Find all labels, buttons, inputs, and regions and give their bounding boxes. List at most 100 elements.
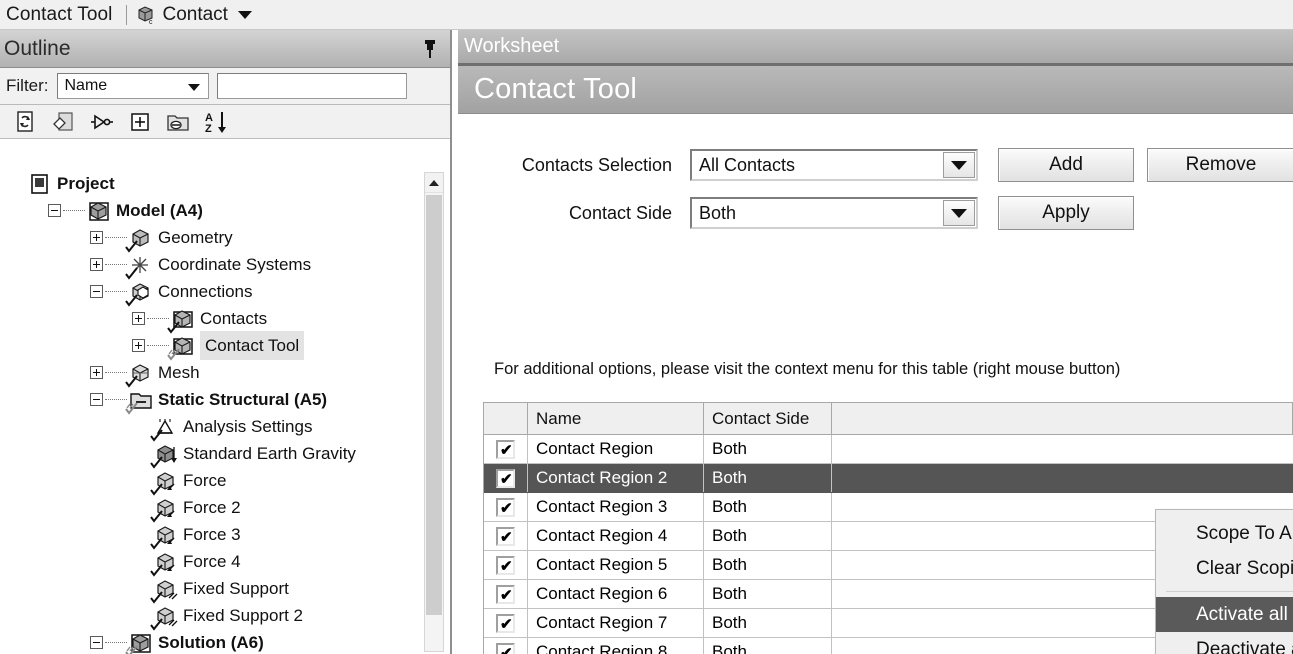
filter-field-select[interactable]: Name (56, 73, 209, 99)
tree-expander-minus[interactable] (48, 204, 61, 217)
tree-item-static-structural-a5[interactable]: Static Structural (A5) (0, 386, 450, 415)
row-checkbox[interactable]: ✔ (496, 439, 515, 459)
row-name-cell[interactable]: Contact Region 6 (528, 580, 704, 608)
row-contact-side-cell[interactable]: Both (704, 580, 832, 608)
tree-expander-plus[interactable] (90, 366, 103, 379)
expand-all-icon[interactable] (128, 110, 152, 134)
row-checkbox-cell[interactable]: ✔ (484, 609, 528, 637)
filter-search-input[interactable] (216, 73, 407, 99)
tree-item-connections[interactable]: Connections (0, 278, 450, 307)
row-checkbox-cell[interactable]: ✔ (484, 435, 528, 463)
row-name-cell[interactable]: Contact Region 8 (528, 638, 704, 654)
project-icon (28, 173, 52, 195)
row-name-cell[interactable]: Contact Region 5 (528, 551, 704, 579)
tree-item-geometry[interactable]: Geometry (0, 224, 450, 253)
context-menu-item[interactable]: Deactivate all Selections (1156, 632, 1293, 654)
pin-icon[interactable] (422, 39, 438, 59)
chevron-down-icon[interactable] (943, 152, 975, 178)
row-contact-side-cell[interactable]: Both (704, 464, 832, 492)
outline-scrollbar[interactable] (424, 172, 444, 652)
context-menu-item[interactable]: Activate all Selections (1156, 597, 1293, 632)
row-checkbox[interactable]: ✔ (496, 642, 515, 654)
tree-item-standard-earth-gravity[interactable]: Standard Earth Gravity (0, 440, 450, 469)
contacts-selection-select[interactable]: All Contacts (690, 149, 978, 181)
row-checkbox[interactable]: ✔ (496, 613, 515, 633)
row-contact-side-cell[interactable]: Both (704, 522, 832, 550)
chevron-down-icon[interactable] (943, 200, 975, 226)
tree-item-force-4[interactable]: Force 4 (0, 548, 450, 577)
tree-item-project[interactable]: Project (0, 170, 450, 197)
table-header-contact-side[interactable]: Contact Side (704, 403, 832, 434)
tree-item-force-3[interactable]: Force 3 (0, 521, 450, 550)
context-menu-item[interactable]: Scope To All Contacts (1156, 516, 1293, 551)
tree-item-solution-a6[interactable]: Solution (A6) (0, 629, 450, 654)
tree-item-force-2[interactable]: Force 2 (0, 494, 450, 523)
row-contact-side-cell[interactable]: Both (704, 493, 832, 521)
tree-item-model-a4[interactable]: Model (A4) (0, 197, 450, 224)
table-row[interactable]: ✔ Contact Region Both (484, 435, 1293, 464)
row-name-cell[interactable]: Contact Region 3 (528, 493, 704, 521)
row-checkbox-cell[interactable]: ✔ (484, 522, 528, 550)
scrollbar-up-button[interactable] (425, 173, 443, 193)
status-check-icon (150, 427, 163, 442)
collapse-folder-icon[interactable] (166, 110, 190, 134)
apply-button[interactable]: Apply (998, 196, 1134, 230)
tree-item-coordinate-systems[interactable]: Coordinate Systems (0, 251, 450, 280)
tree-expander-minus[interactable] (90, 285, 103, 298)
gravity-icon (150, 443, 178, 469)
add-button[interactable]: Add (998, 148, 1134, 182)
row-checkbox-cell[interactable]: ✔ (484, 493, 528, 521)
refresh-document-icon[interactable] (14, 110, 38, 134)
tree-item-force[interactable]: Force (0, 467, 450, 496)
tree-item-fixed-support-2[interactable]: Fixed Support 2 (0, 602, 450, 631)
row-name-cell[interactable]: Contact Region 4 (528, 522, 704, 550)
tree-expander-plus[interactable] (132, 312, 145, 325)
tree-expander-plus[interactable] (132, 339, 145, 352)
svg-text:c: c (149, 19, 153, 25)
tree-item-fixed-support[interactable]: Fixed Support (0, 575, 450, 604)
row-name-cell[interactable]: Contact Region 7 (528, 609, 704, 637)
row-name-cell[interactable]: Contact Region (528, 435, 704, 463)
outline-tree[interactable]: Project Model (A4) Geometry Coordinate S… (0, 170, 450, 654)
tree-expander-plus[interactable] (90, 231, 103, 244)
row-contact-side-cell[interactable]: Both (704, 435, 832, 463)
erase-icon[interactable] (52, 110, 76, 134)
row-checkbox[interactable]: ✔ (496, 468, 515, 488)
remove-button-label: Remove (1185, 154, 1257, 175)
remove-button[interactable]: Remove (1147, 148, 1293, 182)
contact-dropdown[interactable]: c Contact (136, 4, 252, 26)
row-checkbox[interactable]: ✔ (496, 555, 515, 575)
table-row[interactable]: ✔ Contact Region 2 Both (484, 464, 1293, 493)
force-icon (150, 497, 178, 523)
worksheet-tab-label[interactable]: Worksheet (458, 35, 559, 58)
row-checkbox[interactable]: ✔ (496, 526, 515, 546)
row-name-cell[interactable]: Contact Region 2 (528, 464, 704, 492)
row-contact-side-cell[interactable]: Both (704, 638, 832, 654)
row-checkbox-cell[interactable]: ✔ (484, 638, 528, 654)
row-contact-side-cell[interactable]: Both (704, 609, 832, 637)
table-header-name[interactable]: Name (528, 403, 704, 434)
tree-expander-minus[interactable] (90, 393, 103, 406)
context-menu-item[interactable]: Clear Scoping (1156, 551, 1293, 586)
table-header-blank (832, 403, 1293, 434)
tree-expander-minus[interactable] (90, 636, 103, 649)
row-checkbox[interactable]: ✔ (496, 584, 515, 604)
table-header-select-all[interactable] (484, 403, 528, 434)
row-checkbox-cell[interactable]: ✔ (484, 580, 528, 608)
tree-item-mesh[interactable]: Mesh (0, 359, 450, 388)
sort-az-icon[interactable]: A Z (204, 110, 228, 135)
probe-icon[interactable] (90, 110, 114, 134)
tree-expander-plus[interactable] (90, 258, 103, 271)
row-checkbox[interactable]: ✔ (496, 497, 515, 517)
status-pending-icon (125, 400, 138, 415)
row-checkbox-cell[interactable]: ✔ (484, 464, 528, 492)
scrollbar-thumb[interactable] (426, 195, 442, 615)
status-check-icon (150, 454, 163, 469)
table-context-menu[interactable]: Scope To All Contacts Clear Scoping Activa… (1155, 509, 1293, 654)
row-contact-side-cell[interactable]: Both (704, 551, 832, 579)
row-checkbox-cell[interactable]: ✔ (484, 551, 528, 579)
tree-item-contacts[interactable]: Contacts (0, 305, 450, 334)
contact-side-select[interactable]: Both (690, 197, 978, 229)
tree-item-analysis-settings[interactable]: Analysis Settings (0, 413, 450, 442)
tree-item-contact-tool[interactable]: Contact Tool (0, 331, 450, 361)
